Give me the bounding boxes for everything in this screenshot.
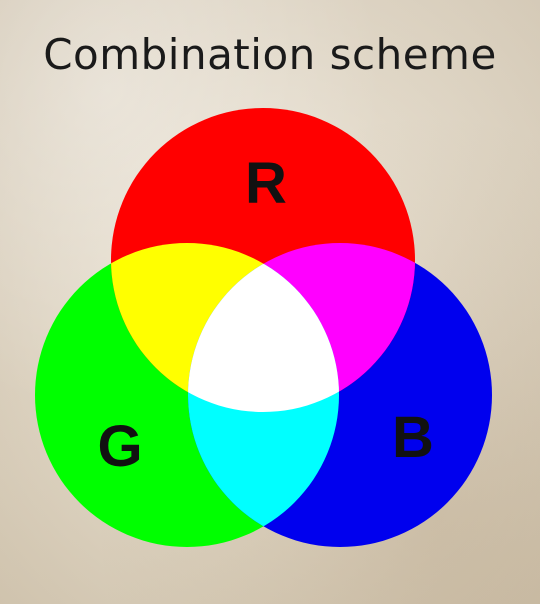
green-label: G xyxy=(97,414,142,479)
blue-label: B xyxy=(392,405,434,470)
rgb-venn-diagram: R G B xyxy=(35,108,492,547)
red-label: R xyxy=(245,151,287,216)
